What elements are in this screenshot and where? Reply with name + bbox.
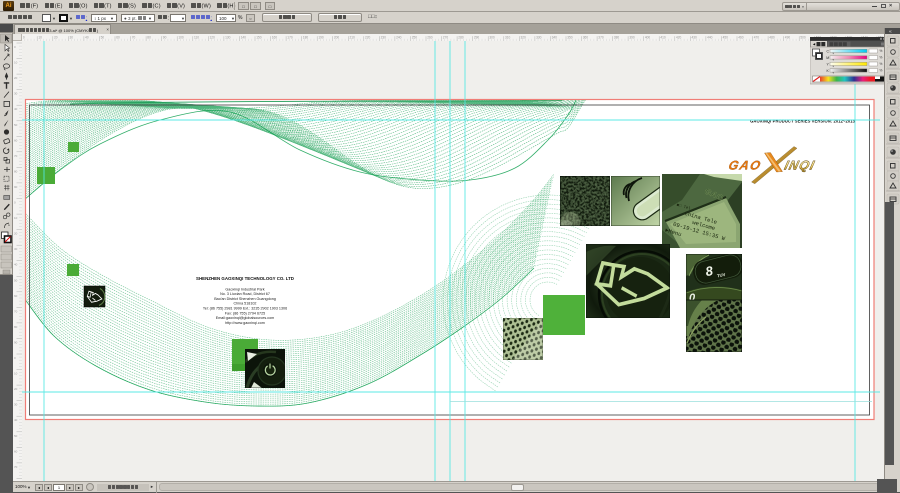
- svg-text:410: 410: [660, 36, 666, 40]
- svg-text:GAOXINQI PRODUCT SERIES VERSIO: GAOXINQI PRODUCT SERIES VERSION: 2012~20…: [750, 119, 855, 124]
- svg-text:70: 70: [14, 154, 18, 158]
- svg-text:500: 500: [800, 36, 806, 40]
- svg-text:20: 20: [14, 76, 18, 80]
- svg-text:80: 80: [14, 169, 18, 173]
- svg-text:90: 90: [14, 341, 18, 345]
- svg-text:470: 470: [754, 36, 760, 40]
- svg-text:280: 280: [458, 36, 464, 40]
- svg-text:M: M: [826, 56, 829, 60]
- svg-text:60: 60: [14, 138, 18, 142]
- svg-text:420: 420: [676, 36, 682, 40]
- svg-text:120: 120: [210, 36, 216, 40]
- svg-text:%: %: [880, 69, 883, 73]
- svg-text:90: 90: [14, 185, 18, 189]
- svg-text:«: «: [889, 29, 892, 35]
- svg-text:50: 50: [14, 123, 18, 127]
- svg-text:Email:gaoxinqi@globalsources.c: Email:gaoxinqi@globalsources.com: [216, 316, 274, 320]
- svg-text:130: 130: [225, 36, 231, 40]
- svg-text:430: 430: [692, 36, 698, 40]
- svg-text:140: 140: [241, 36, 247, 40]
- svg-text:%: %: [880, 56, 883, 60]
- svg-text:20: 20: [14, 232, 18, 236]
- svg-text:360: 360: [583, 36, 589, 40]
- svg-text:450: 450: [723, 36, 729, 40]
- svg-text:260: 260: [427, 36, 433, 40]
- svg-text:380: 380: [614, 36, 620, 40]
- svg-text:20: 20: [54, 36, 58, 40]
- svg-text:80: 80: [14, 325, 18, 329]
- svg-text:10: 10: [14, 372, 18, 376]
- svg-text:30: 30: [70, 36, 74, 40]
- svg-text:170: 170: [287, 36, 293, 40]
- svg-text:110: 110: [194, 36, 199, 40]
- svg-text:Bao'an District Shenzhen Guang: Bao'an District Shenzhen Guangdong: [214, 297, 276, 301]
- svg-text:150: 150: [256, 36, 262, 40]
- svg-text:No. 3 Liuxian Road, District 6: No. 3 Liuxian Road, District 67: [220, 292, 270, 296]
- svg-text:10: 10: [14, 216, 18, 220]
- svg-text:80: 80: [147, 36, 151, 40]
- svg-text:30: 30: [14, 247, 18, 251]
- svg-text:230: 230: [381, 36, 387, 40]
- svg-text:390: 390: [629, 36, 635, 40]
- svg-text:30: 30: [14, 92, 18, 96]
- svg-text:Tel: (86 755) 2981 9999 Ext.:: Tel: (86 755) 2981 9999 Ext.: 3235 2902 …: [203, 307, 287, 311]
- svg-text:220: 220: [365, 36, 371, 40]
- svg-text:240: 240: [396, 36, 402, 40]
- svg-text:40: 40: [14, 418, 18, 422]
- svg-text:60: 60: [116, 36, 120, 40]
- svg-text:China 518102: China 518102: [234, 302, 257, 306]
- svg-text:http://www.gaoxinqi.com: http://www.gaoxinqi.com: [225, 321, 265, 325]
- svg-text:210: 210: [350, 36, 356, 40]
- svg-text:50: 50: [14, 278, 18, 282]
- svg-text:50: 50: [101, 36, 105, 40]
- svg-text:350: 350: [567, 36, 573, 40]
- svg-text:310: 310: [505, 36, 511, 40]
- svg-text:0: 0: [23, 36, 25, 40]
- svg-text:300: 300: [489, 36, 495, 40]
- svg-text:290: 290: [474, 36, 480, 40]
- svg-text:GAO: GAO: [727, 159, 763, 173]
- svg-text:460: 460: [738, 36, 744, 40]
- svg-text:◄: ◄: [812, 42, 816, 47]
- svg-text:40: 40: [14, 263, 18, 267]
- svg-text:90: 90: [163, 36, 167, 40]
- svg-text:70: 70: [132, 36, 136, 40]
- svg-text:180: 180: [303, 36, 309, 40]
- svg-text:20: 20: [14, 387, 18, 391]
- svg-text:40: 40: [14, 107, 18, 111]
- svg-text:Fax: (86 755) 2794 6725: Fax: (86 755) 2794 6725: [225, 311, 265, 315]
- svg-text:400: 400: [645, 36, 651, 40]
- svg-text:330: 330: [536, 36, 542, 40]
- svg-text:10: 10: [14, 61, 18, 65]
- svg-text:370: 370: [598, 36, 604, 40]
- svg-text:%: %: [880, 49, 883, 53]
- svg-text:40: 40: [85, 36, 89, 40]
- svg-text:190: 190: [318, 36, 324, 40]
- svg-text:490: 490: [785, 36, 791, 40]
- svg-text:60: 60: [14, 449, 18, 453]
- svg-text:200: 200: [334, 36, 340, 40]
- svg-text:30: 30: [14, 403, 18, 407]
- svg-text:320: 320: [521, 36, 527, 40]
- svg-text:160: 160: [272, 36, 278, 40]
- svg-text:250: 250: [412, 36, 418, 40]
- svg-text:INQI: INQI: [783, 159, 817, 173]
- svg-text:340: 340: [552, 36, 558, 40]
- svg-text:SHENZHEN GAOXINQI TECHNOLOGY C: SHENZHEN GAOXINQI TECHNOLOGY CO. LTD: [196, 276, 294, 281]
- svg-text:%: %: [880, 62, 883, 66]
- svg-text:100: 100: [178, 36, 184, 40]
- svg-text:10: 10: [38, 36, 42, 40]
- svg-text:480: 480: [769, 36, 775, 40]
- svg-text:270: 270: [443, 36, 449, 40]
- svg-text:60: 60: [14, 294, 18, 298]
- svg-text:70: 70: [14, 309, 18, 313]
- svg-text:70: 70: [14, 465, 18, 469]
- svg-text:Gaoxinqi Industrial Park: Gaoxinqi Industrial Park: [225, 287, 264, 291]
- svg-text:440: 440: [707, 36, 713, 40]
- svg-text:50: 50: [14, 434, 18, 438]
